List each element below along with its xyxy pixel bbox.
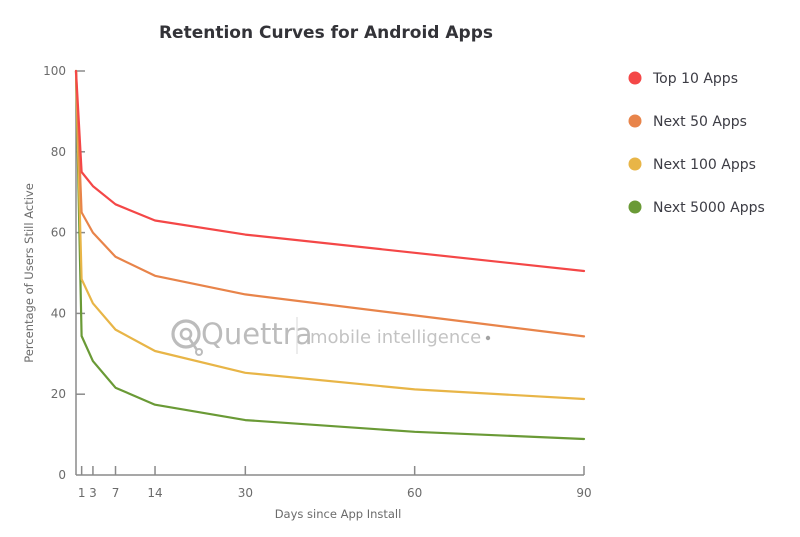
x-tick-label: 3 — [89, 486, 97, 500]
x-tick-label: 7 — [112, 486, 120, 500]
series-lines — [74, 69, 586, 441]
y-tick-label: 0 — [58, 468, 66, 482]
x-tick-label: 60 — [407, 486, 422, 500]
y-tick-label: 60 — [51, 226, 66, 240]
watermark-brand: Quettra — [201, 317, 312, 351]
series-line-next-5000-apps — [74, 69, 586, 441]
series-line-next-100-apps — [74, 69, 586, 401]
legend-swatch-icon — [628, 114, 642, 128]
y-tick-label: 40 — [51, 306, 66, 320]
legend-item: Top 10 Apps — [628, 71, 738, 87]
watermark-dot — [485, 335, 491, 341]
axes: 0 20 40 60 80 100 1 3 7 14 30 60 90 — [43, 64, 592, 500]
y-axis-label: Percentage of Users Still Active — [22, 183, 36, 363]
y-tick-label: 80 — [51, 145, 66, 159]
legend-label: Top 10 Apps — [652, 71, 738, 87]
legend-swatch-icon — [628, 200, 642, 214]
x-tick-label: 14 — [147, 486, 162, 500]
legend-item: Next 100 Apps — [628, 157, 756, 173]
x-axis-label: Days since App Install — [275, 507, 402, 521]
series-line-next-50-apps — [74, 69, 586, 338]
legend-item: Next 5000 Apps — [628, 200, 765, 216]
x-tick-label: 1 — [78, 486, 86, 500]
legend-swatch-icon — [628, 71, 642, 85]
legend-label: Next 50 Apps — [653, 114, 747, 130]
y-tick-label: 100 — [43, 64, 66, 78]
legend-swatch-icon — [628, 157, 642, 171]
retention-chart: Retention Curves for Android Apps Quettr… — [22, 23, 765, 521]
series-line-top-10-apps — [74, 69, 586, 273]
quettra-logo-icon — [171, 319, 203, 356]
legend-label: Next 5000 Apps — [653, 200, 765, 216]
watermark-tagline: mobile intelligence — [310, 327, 481, 348]
chart-title: Retention Curves for Android Apps — [159, 23, 493, 43]
x-tick-label: 30 — [238, 486, 253, 500]
legend: Top 10 Apps Next 50 Apps Next 100 Apps Next… — [628, 71, 765, 216]
x-tick-label: 90 — [576, 486, 591, 500]
legend-label: Next 100 Apps — [653, 157, 756, 173]
y-tick-label: 20 — [51, 387, 66, 401]
watermark: Quettra mobile intelligence — [171, 317, 491, 356]
legend-item: Next 50 Apps — [628, 114, 747, 130]
